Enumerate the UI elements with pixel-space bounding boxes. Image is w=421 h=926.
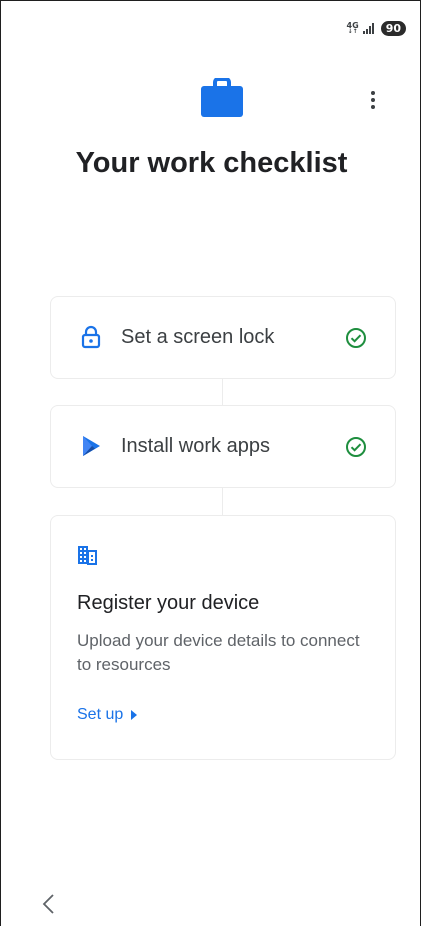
check-circle-icon xyxy=(346,437,366,457)
step-connector xyxy=(222,488,223,515)
chevron-left-icon xyxy=(42,894,54,914)
register-title: Register your device xyxy=(77,592,260,614)
back-button[interactable] xyxy=(39,891,59,917)
app-screen: 4G ↓↑ 90 Your work checklist Set a scree… xyxy=(0,0,421,926)
play-store-icon xyxy=(83,436,100,456)
step-connector xyxy=(222,379,223,405)
register-description: Upload your device details to connect to… xyxy=(77,631,360,674)
step-label: Install work apps xyxy=(121,435,270,457)
page-title: Your work checklist xyxy=(75,147,348,179)
step-label: Set a screen lock xyxy=(121,326,275,348)
register-device-card: Register your device Upload your device … xyxy=(50,515,396,760)
briefcase-icon xyxy=(201,78,243,117)
setup-button[interactable]: Set up xyxy=(77,706,138,724)
setup-label: Set up xyxy=(77,706,124,723)
battery-indicator: 90 xyxy=(380,21,406,36)
data-arrows-icon: ↓↑ xyxy=(347,28,358,35)
signal-icon xyxy=(362,23,377,34)
more-vert-icon xyxy=(371,91,375,95)
check-circle-icon xyxy=(346,328,366,348)
step-card-screen-lock[interactable]: Set a screen lock xyxy=(50,296,396,379)
network-indicator: 4G ↓↑ xyxy=(347,22,359,35)
caret-right-icon xyxy=(131,710,138,720)
status-bar: 4G ↓↑ 90 xyxy=(347,21,406,36)
lock-icon xyxy=(81,325,101,349)
more-options-button[interactable] xyxy=(363,87,383,113)
step-card-work-apps[interactable]: Install work apps xyxy=(50,405,396,488)
building-icon xyxy=(78,546,97,565)
